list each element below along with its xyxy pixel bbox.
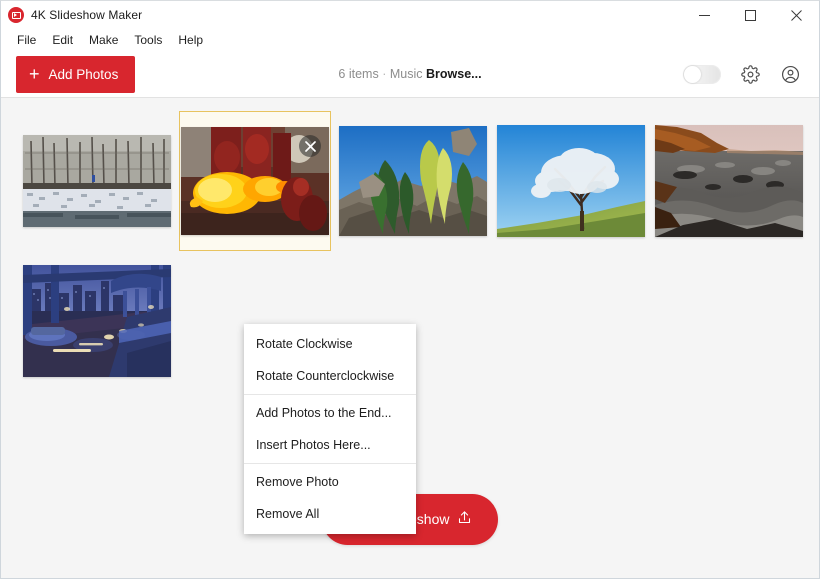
add-photos-button[interactable]: + Add Photos bbox=[16, 55, 136, 93]
context-menu-item-insert-photos-here[interactable]: Insert Photos Here... bbox=[244, 429, 416, 461]
photo-cell-selected[interactable] bbox=[179, 111, 331, 251]
thumbnail-rocky-cliff-with-trees[interactable] bbox=[339, 126, 487, 236]
menu-item-help[interactable]: Help bbox=[170, 31, 211, 49]
settings-toggle[interactable] bbox=[683, 64, 721, 84]
window-title: 4K Slideshow Maker bbox=[31, 8, 143, 22]
context-menu-separator bbox=[244, 394, 416, 395]
thumbnail-image bbox=[23, 135, 171, 227]
upload-arrow-icon bbox=[457, 510, 472, 528]
thumbnail-winter-trees-snow-field[interactable] bbox=[23, 135, 171, 227]
thumbnail-fire-breather-performance[interactable] bbox=[181, 127, 329, 235]
context-menu-separator bbox=[244, 463, 416, 464]
user-account-icon[interactable] bbox=[779, 63, 801, 85]
toolbar-actions bbox=[683, 63, 801, 85]
thumbnail-image bbox=[23, 265, 171, 377]
toolbar: + Add Photos 6 items · Music Browse... bbox=[1, 51, 819, 98]
context-menu-item-remove-all[interactable]: Remove All bbox=[244, 498, 416, 530]
thumbnail-image bbox=[339, 126, 487, 236]
photo-cell[interactable] bbox=[653, 111, 805, 251]
close-icon[interactable] bbox=[299, 135, 321, 157]
toggle-knob bbox=[684, 65, 701, 83]
photo-cell[interactable] bbox=[21, 111, 173, 251]
context-menu-item-remove-photo[interactable]: Remove Photo bbox=[244, 466, 416, 498]
photo-cell[interactable] bbox=[21, 251, 173, 391]
status-separator: · bbox=[382, 67, 387, 81]
application-window: 4K Slideshow Maker File Edit Make Tools … bbox=[0, 0, 820, 579]
context-menu-item-rotate-clockwise[interactable]: Rotate Clockwise bbox=[244, 328, 416, 360]
thumbnail-coastal-sunset-waves[interactable] bbox=[655, 125, 803, 237]
maximize-button[interactable] bbox=[727, 1, 773, 29]
thumbnail-image bbox=[497, 125, 645, 237]
menu-item-tools[interactable]: Tools bbox=[126, 31, 170, 49]
thumbnail-bridge-traffic-at-dusk[interactable] bbox=[23, 265, 171, 377]
photo-cell[interactable] bbox=[337, 111, 489, 251]
slideshow-app-icon bbox=[8, 7, 24, 23]
menu-item-edit[interactable]: Edit bbox=[44, 31, 81, 49]
menu-item-file[interactable]: File bbox=[9, 31, 44, 49]
item-count-label: 6 items bbox=[338, 67, 379, 81]
add-photos-label: Add Photos bbox=[48, 66, 119, 82]
thumbnail-image bbox=[655, 125, 803, 237]
thumbnail-blossoming-tree-on-hill[interactable] bbox=[497, 125, 645, 237]
title-bar: 4K Slideshow Maker bbox=[1, 1, 819, 29]
plus-icon: + bbox=[29, 63, 40, 84]
context-menu-item-add-photos-to-end[interactable]: Add Photos to the End... bbox=[244, 397, 416, 429]
menu-item-make[interactable]: Make bbox=[81, 31, 126, 49]
browse-music-link[interactable]: Browse... bbox=[426, 67, 482, 81]
menu-bar: File Edit Make Tools Help bbox=[1, 29, 819, 51]
context-menu-item-rotate-counterclockwise[interactable]: Rotate Counterclockwise bbox=[244, 360, 416, 392]
window-controls bbox=[681, 1, 819, 29]
close-button[interactable] bbox=[773, 1, 819, 29]
gear-icon[interactable] bbox=[739, 63, 761, 85]
photo-cell[interactable] bbox=[495, 111, 647, 251]
minimize-button[interactable] bbox=[681, 1, 727, 29]
context-menu: Rotate Clockwise Rotate Counterclockwise… bbox=[244, 324, 416, 534]
music-label: Music bbox=[389, 67, 423, 81]
gallery-area: Rotate Clockwise Rotate Counterclockwise… bbox=[1, 98, 819, 578]
